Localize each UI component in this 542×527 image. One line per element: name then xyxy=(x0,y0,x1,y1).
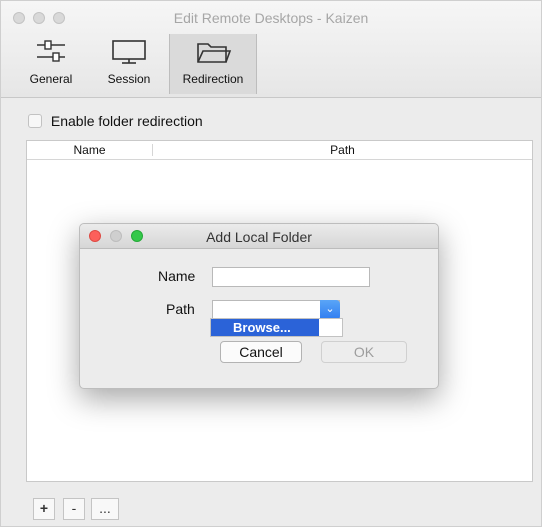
edit-remote-desktops-window: Edit Remote Desktops - Kaizen General Se… xyxy=(0,0,542,527)
monitor-icon xyxy=(112,40,146,64)
add-folder-button[interactable]: + xyxy=(33,498,55,520)
name-label: Name xyxy=(158,268,196,284)
folder-icon xyxy=(197,43,232,63)
ok-button[interactable]: OK xyxy=(321,341,407,363)
more-options-button[interactable]: ... xyxy=(91,498,119,520)
name-field[interactable] xyxy=(212,267,370,287)
column-header-name[interactable]: Name xyxy=(27,143,152,157)
path-combobox[interactable]: ⌄ xyxy=(212,300,340,320)
column-header-path[interactable]: Path xyxy=(153,143,532,157)
remove-folder-button[interactable]: - xyxy=(63,498,85,520)
window-titlebar: Edit Remote Desktops - Kaizen General Se… xyxy=(1,1,541,98)
tab-redirection-label: Redirection xyxy=(182,72,244,86)
dialog-title: Add Local Folder xyxy=(206,229,312,245)
tab-general-label: General xyxy=(29,72,73,86)
cancel-button[interactable]: Cancel xyxy=(220,341,302,363)
table-header: Name Path xyxy=(27,141,532,160)
tab-session[interactable]: Session xyxy=(97,34,161,94)
path-label: Path xyxy=(166,301,195,317)
sliders-icon xyxy=(37,40,65,62)
tab-redirection[interactable]: Redirection xyxy=(169,34,257,94)
tab-general[interactable]: General xyxy=(21,34,81,94)
dialog-titlebar: Add Local Folder xyxy=(80,224,438,249)
enable-folder-redirection[interactable]: Enable folder redirection xyxy=(28,113,203,129)
path-dropdown-menu: Browse... xyxy=(210,318,343,337)
enable-folder-redirection-label: Enable folder redirection xyxy=(50,113,203,129)
browse-menu-item[interactable]: Browse... xyxy=(211,319,319,336)
enable-folder-redirection-checkbox[interactable] xyxy=(28,114,42,128)
window-title: Edit Remote Desktops - Kaizen xyxy=(173,10,369,26)
chevron-down-icon[interactable]: ⌄ xyxy=(320,300,340,320)
add-local-folder-dialog: Add Local Folder Name Path ⌄ Browse... C… xyxy=(79,223,439,389)
tab-session-label: Session xyxy=(107,72,151,86)
